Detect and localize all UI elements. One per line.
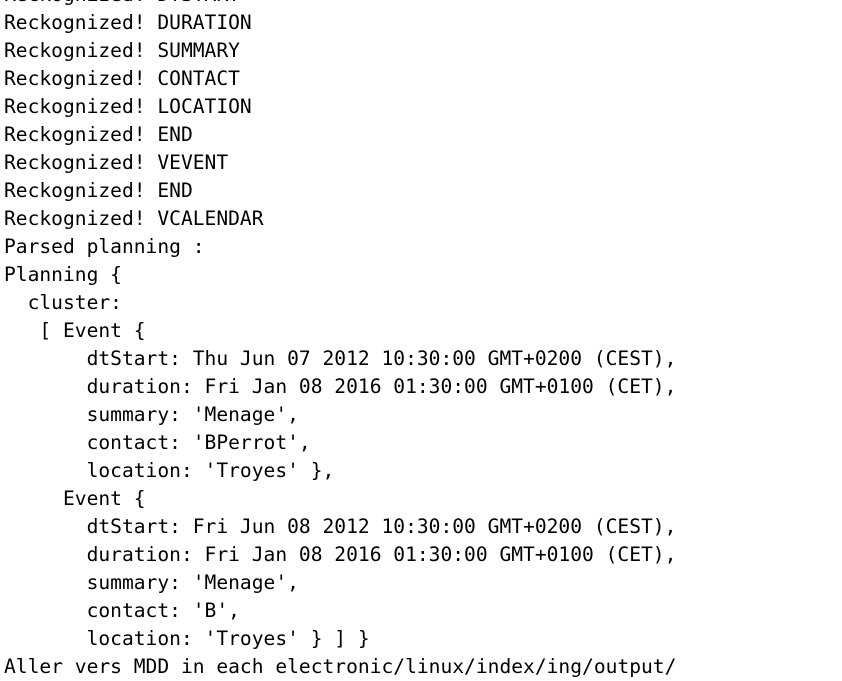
- output-line: Planning {: [4, 263, 122, 286]
- output-line: Reckognized! DURATION: [4, 11, 252, 34]
- terminal-output-pane[interactable]: Reckognized! DTSTART Reckognized! DURATI…: [0, 0, 842, 681]
- output-line: contact: 'BPerrot',: [4, 431, 311, 454]
- output-line: location: 'Troyes' },: [4, 459, 335, 482]
- output-line: summary: 'Menage',: [4, 571, 299, 594]
- output-line: Aller vers MDD in each electronic/linux/…: [4, 655, 677, 678]
- output-line: summary: 'Menage',: [4, 403, 299, 426]
- output-line: Reckognized! SUMMARY: [4, 39, 240, 62]
- output-line: Reckognized! CONTACT: [4, 67, 240, 90]
- output-line: contact: 'B',: [4, 599, 240, 622]
- output-line: Reckognized! DTSTART: [0, 0, 842, 9]
- output-line: Reckognized! END: [4, 179, 193, 202]
- output-line: dtStart: Fri Jun 08 2012 10:30:00 GMT+02…: [4, 515, 677, 538]
- output-line: duration: Fri Jan 08 2016 01:30:00 GMT+0…: [4, 543, 677, 566]
- output-line: Event {: [4, 487, 146, 510]
- output-line: Reckognized! END: [4, 123, 193, 146]
- output-line: location: 'Troyes' } ] }: [4, 627, 370, 650]
- output-line: Parsed planning :: [4, 235, 205, 258]
- output-line: Reckognized! VEVENT: [4, 151, 229, 174]
- output-line: duration: Fri Jan 08 2016 01:30:00 GMT+0…: [4, 375, 677, 398]
- output-line: [ Event {: [4, 319, 146, 342]
- output-line: dtStart: Thu Jun 07 2012 10:30:00 GMT+02…: [4, 347, 677, 370]
- output-line: Reckognized! VCALENDAR: [4, 207, 264, 230]
- output-line: cluster:: [4, 291, 122, 314]
- output-line: Reckognized! LOCATION: [4, 95, 252, 118]
